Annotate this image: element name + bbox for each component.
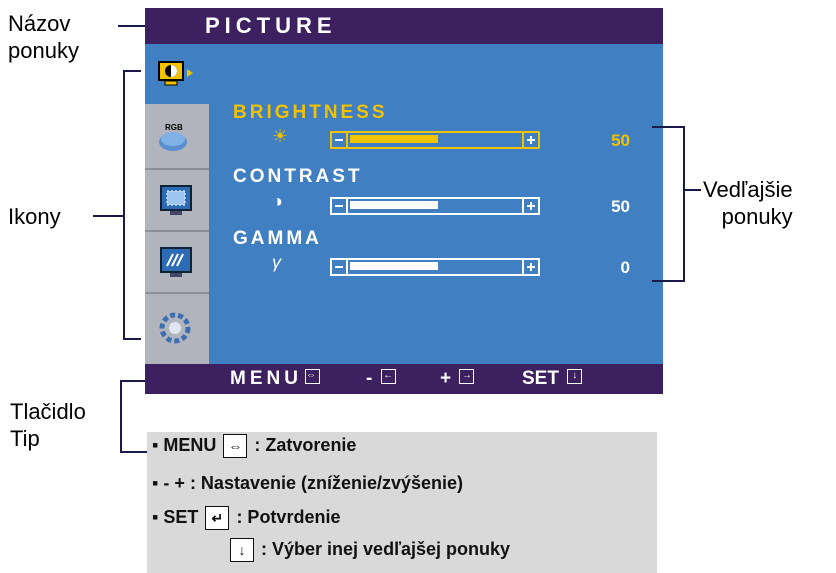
brightness-fill bbox=[350, 135, 438, 143]
gamma-wave-icon bbox=[160, 247, 192, 277]
gamma-menu-icon[interactable] bbox=[145, 232, 209, 294]
tip-adjust: ▪ - + : Nastavenie (zníženie/zvýšenie) bbox=[152, 473, 464, 493]
left-arrow-icon: ← bbox=[380, 369, 396, 385]
gamma-slider[interactable] bbox=[330, 258, 540, 276]
tip-menu: ▪ MENU ⇔ : Zatvorenie bbox=[152, 434, 356, 458]
down-arrow-icon: ↓ bbox=[567, 369, 583, 385]
picture-icon bbox=[158, 61, 193, 86]
screen-icon bbox=[160, 185, 192, 215]
brightness-sun-icon: ☀ bbox=[272, 126, 289, 146]
set-hint[interactable]: SET ↓ bbox=[522, 364, 583, 394]
right-arrow-icon: → bbox=[459, 369, 475, 385]
down-key-icon: ↓ bbox=[230, 538, 254, 562]
exit-arrow-icon: ⇔ bbox=[304, 369, 320, 385]
brightness-value: 50 bbox=[611, 131, 630, 150]
rgb-icon: RGB bbox=[159, 123, 187, 151]
contrast-half-circle-icon: ◑ bbox=[272, 191, 283, 211]
settings-menu-icon[interactable] bbox=[145, 294, 209, 364]
tip-bracket bbox=[120, 380, 122, 453]
gamma-fill bbox=[350, 262, 438, 270]
gamma-value: 0 bbox=[620, 258, 630, 277]
minus-icon bbox=[330, 197, 348, 215]
plus-hint[interactable]: + → bbox=[440, 364, 475, 394]
gamma-label[interactable]: GAMMA bbox=[233, 228, 322, 250]
icon-strip: RGB bbox=[145, 44, 209, 364]
menu-hint[interactable]: MENU ⇔ bbox=[230, 364, 320, 394]
icons-callout: Ikony bbox=[8, 204, 61, 229]
plus-icon bbox=[522, 197, 540, 215]
rgb-menu-icon[interactable]: RGB bbox=[145, 104, 209, 170]
contrast-value: 50 bbox=[611, 197, 630, 216]
minus-hint[interactable]: - ← bbox=[366, 364, 396, 394]
tip-set: ▪ SET ↵ : Potvrdenie bbox=[152, 506, 340, 530]
minus-icon bbox=[330, 131, 348, 149]
enter-key-icon: ↵ bbox=[205, 506, 230, 530]
screen-menu-icon[interactable] bbox=[145, 170, 209, 232]
rgb-icon-label: RGB bbox=[165, 123, 183, 132]
gamma-symbol-icon: γ bbox=[272, 252, 281, 272]
tip-callout: Tlačidlo Tip bbox=[10, 399, 86, 451]
brightness-label[interactable]: BRIGHTNESS bbox=[233, 102, 388, 124]
contrast-fill bbox=[350, 201, 438, 209]
contrast-label[interactable]: CONTRAST bbox=[233, 166, 363, 188]
picture-menu-icon[interactable] bbox=[145, 44, 209, 104]
submenus-callout: Vedľajšie ponuky bbox=[703, 177, 793, 229]
osd-button-bar bbox=[145, 364, 663, 394]
minus-icon bbox=[330, 258, 348, 276]
brightness-slider[interactable] bbox=[330, 131, 540, 149]
exit-key-icon: ⇔ bbox=[223, 434, 248, 458]
menu-name-leader bbox=[118, 25, 145, 27]
submenus-bracket bbox=[683, 126, 685, 282]
settings-icon bbox=[159, 312, 191, 344]
tip-down: ↓ : Výber inej vedľajšej ponuky bbox=[228, 538, 510, 562]
contrast-slider[interactable] bbox=[330, 197, 540, 215]
icons-bracket bbox=[123, 70, 125, 340]
plus-icon bbox=[522, 131, 540, 149]
osd-title: PICTURE bbox=[205, 13, 337, 38]
menu-name-callout: Názov ponuky bbox=[8, 11, 79, 63]
plus-icon bbox=[522, 258, 540, 276]
